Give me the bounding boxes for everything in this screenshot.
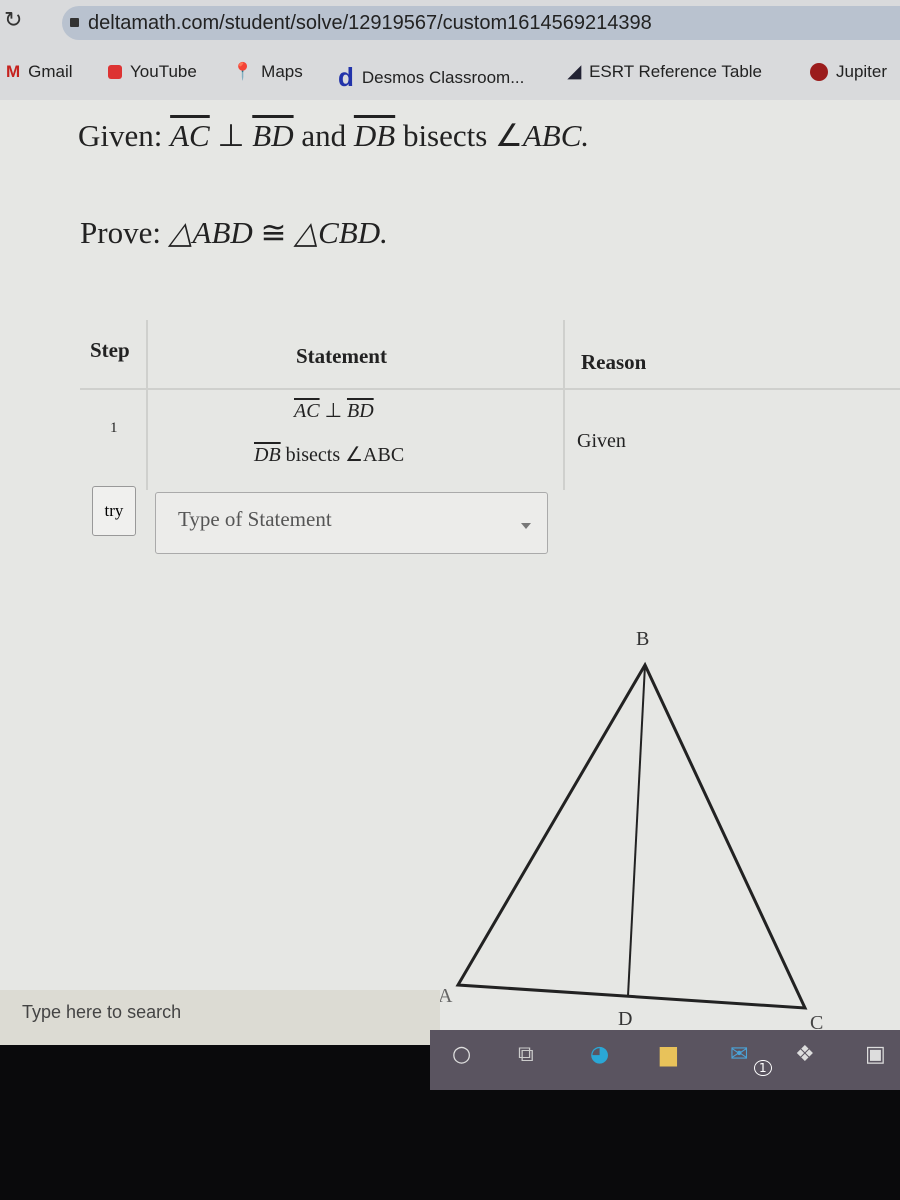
taskbar: ○ ⧉ ◕ ▆ ✉ 1 ❖ ▣ xyxy=(430,1030,900,1090)
segment-bd xyxy=(627,664,646,997)
point-label-d: D xyxy=(618,1008,633,1030)
file-explorer-icon[interactable]: ▆ xyxy=(660,1042,677,1067)
edge-icon[interactable]: ◕ xyxy=(590,1042,609,1067)
triangle-abc xyxy=(455,661,808,1010)
cortana-icon[interactable]: ○ xyxy=(452,1042,471,1067)
point-label-a: A xyxy=(438,985,453,1007)
store-icon[interactable]: ▣ xyxy=(865,1042,886,1067)
dropbox-icon[interactable]: ❖ xyxy=(795,1042,815,1067)
mail-badge: 1 xyxy=(754,1060,772,1076)
point-label-b: B xyxy=(636,628,650,650)
mail-icon[interactable]: ✉ xyxy=(730,1042,748,1067)
point-label-c: C xyxy=(810,1012,824,1034)
taskbar-search[interactable]: Type here to search xyxy=(0,990,440,1045)
task-view-icon[interactable]: ⧉ xyxy=(518,1042,534,1067)
